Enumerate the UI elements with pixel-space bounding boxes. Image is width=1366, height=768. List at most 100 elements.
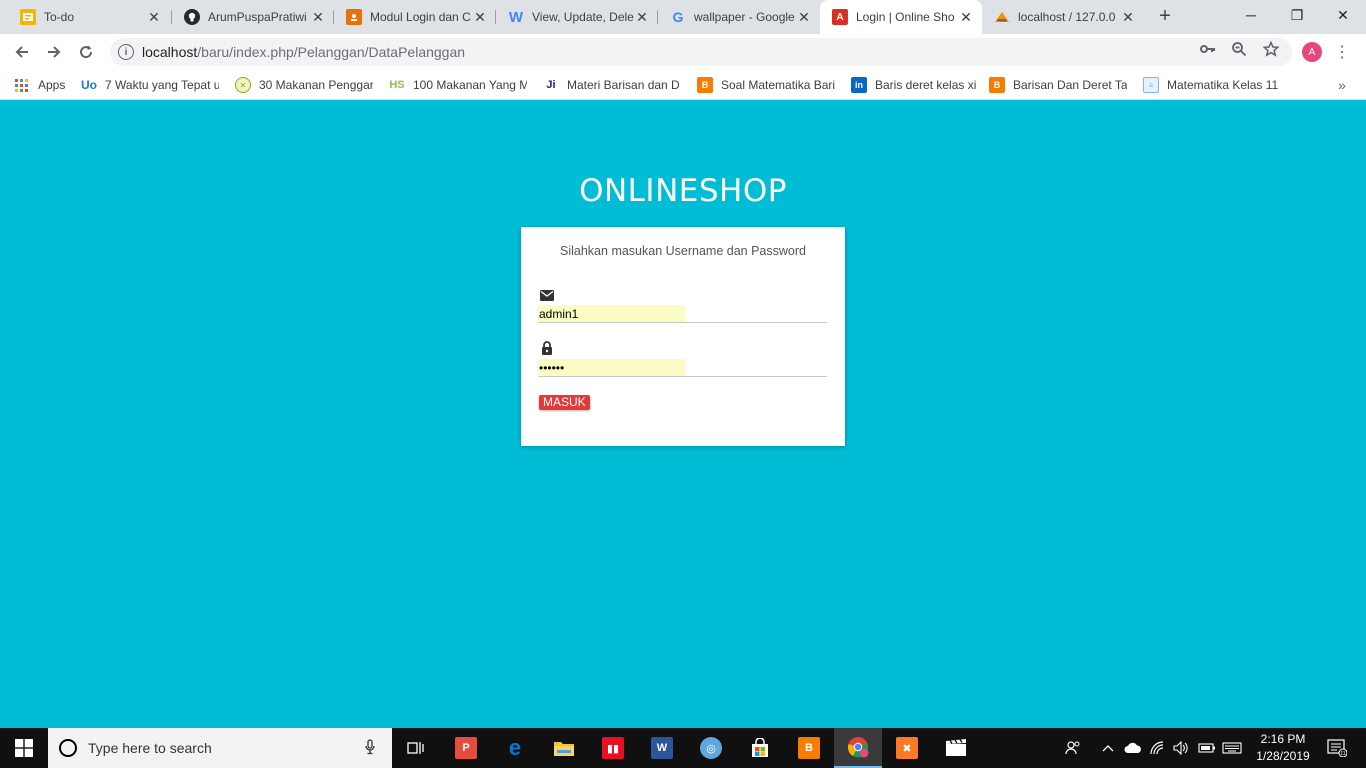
slides-icon (346, 9, 362, 25)
forward-button[interactable] (40, 38, 68, 66)
tab-wallpaper-google[interactable]: G wallpaper - Google ✕ (658, 0, 820, 34)
tab-title: ArumPuspaPratiwi (208, 10, 307, 24)
onedrive-icon[interactable] (1122, 728, 1144, 768)
chevron-up-icon[interactable] (1098, 728, 1118, 768)
tab-close-icon[interactable]: ✕ (958, 9, 974, 25)
notification-center-icon[interactable]: 11 (1322, 728, 1352, 768)
system-clock[interactable]: 2:16 PM 1/28/2019 (1244, 731, 1322, 765)
food-icon: ✕ (235, 77, 251, 93)
bookmark-label: Baris deret kelas xi (875, 78, 977, 92)
bookmark-apps[interactable]: Apps (15, 75, 75, 95)
tab-title: Login | Online Sho (856, 10, 955, 24)
password-input[interactable] (538, 359, 685, 376)
more-menu-icon[interactable]: ⋮ (1334, 40, 1350, 64)
tab-close-icon[interactable]: ✕ (310, 9, 326, 25)
volume-icon[interactable] (1170, 728, 1192, 768)
bookmarks-more-icon[interactable]: » (1334, 75, 1350, 95)
taskbar-search[interactable]: Type here to search (48, 728, 392, 768)
bookmark-label: Apps (38, 78, 66, 92)
bookmark-item[interactable]: B Barisan Dan Deret Tak (989, 75, 1127, 95)
word-icon[interactable]: W (638, 728, 686, 768)
store-icon[interactable] (736, 728, 784, 768)
bookmark-item[interactable]: ✕ 30 Makanan Penggar (235, 75, 373, 95)
linkedin-icon: in (851, 77, 867, 93)
edge-icon[interactable]: e (491, 728, 539, 768)
task-view-icon[interactable] (392, 728, 440, 768)
bookmark-star-icon[interactable] (1262, 40, 1280, 58)
bookmark-item[interactable]: in Baris deret kelas xi (851, 75, 979, 95)
wifi-icon[interactable] (1148, 728, 1168, 768)
email-icon (539, 287, 555, 303)
bookmark-item[interactable]: HS 100 Makanan Yang M (389, 75, 527, 95)
bookmark-label: 30 Makanan Penggar (259, 78, 373, 92)
minimize-button[interactable]: ─ (1228, 0, 1274, 30)
bookmarks-bar: Apps Uo 7 Waktu yang Tepat u ✕ 30 Makana… (0, 70, 1366, 100)
username-input[interactable] (538, 305, 685, 322)
zoom-icon[interactable] (1230, 40, 1248, 58)
tab-close-icon[interactable]: ✕ (146, 9, 162, 25)
tab-close-icon[interactable]: ✕ (796, 9, 812, 25)
battery-icon[interactable] (1196, 728, 1218, 768)
tab-github[interactable]: ArumPuspaPratiwi ✕ (172, 0, 334, 34)
key-icon[interactable] (1199, 40, 1217, 58)
github-icon (184, 9, 200, 25)
url-path: /baru/index.php/Pelanggan/DataPelanggan (197, 44, 466, 60)
bookmark-label: 7 Waktu yang Tepat u (105, 78, 219, 92)
tab-close-icon[interactable]: ✕ (472, 9, 488, 25)
phpmyadmin-icon: PMA (994, 9, 1010, 25)
tab-modul-login[interactable]: Modul Login dan C ✕ (334, 0, 496, 34)
apps-grid-icon (15, 78, 28, 92)
bookmark-label: Soal Matematika Bari (721, 78, 835, 92)
login-page: ONLINESHOP Silahkan masukan Username dan… (0, 101, 1366, 728)
login-submit-button[interactable]: MASUK (539, 395, 590, 410)
people-icon[interactable] (1062, 728, 1084, 768)
tab-close-icon[interactable]: ✕ (634, 9, 650, 25)
file-explorer-icon[interactable] (540, 728, 588, 768)
start-button[interactable] (0, 728, 48, 768)
tab-login-online-shop[interactable]: A Login | Online Sho ✕ (820, 0, 982, 34)
close-window-button[interactable]: ✕ (1320, 0, 1366, 30)
tab-todo[interactable]: To-do ✕ (8, 0, 170, 34)
bookmark-item[interactable]: B Soal Matematika Bari (697, 75, 835, 95)
search-placeholder: Type here to search (88, 740, 212, 756)
windows-logo-icon (15, 739, 33, 757)
globe-app-icon[interactable]: ◎ (687, 728, 735, 768)
todo-icon (20, 9, 36, 25)
profile-avatar[interactable]: A (1302, 42, 1322, 62)
chrome-icon[interactable] (834, 728, 882, 768)
address-bar[interactable]: i localhost/baru/index.php/Pelanggan/Dat… (110, 38, 1292, 66)
hs-icon: HS (389, 79, 405, 91)
login-instructions: Silahkan masukan Username dan Password (560, 244, 806, 258)
back-button[interactable] (8, 38, 36, 66)
clock-date: 1/28/2019 (1256, 749, 1310, 763)
reader-icon[interactable]: ▮▮ (589, 728, 637, 768)
microphone-icon[interactable] (360, 738, 380, 758)
blogger-app-icon[interactable]: B (785, 728, 833, 768)
tab-phpmyadmin[interactable]: PMA localhost / 127.0.0 ✕ (982, 0, 1144, 34)
reload-icon (80, 45, 93, 59)
arrow-left-icon (15, 46, 28, 58)
bookmark-item[interactable]: Ji Materi Barisan dan D (543, 75, 681, 95)
url-host: localhost (142, 44, 198, 60)
bookmark-item[interactable]: Uo 7 Waktu yang Tepat u (81, 75, 219, 95)
google-icon: G (672, 9, 684, 25)
reload-button[interactable] (72, 38, 100, 66)
arrow-right-icon (48, 46, 61, 58)
xampp-icon[interactable]: ✖ (883, 728, 931, 768)
info-icon[interactable]: i (118, 44, 134, 60)
tab-title: wallpaper - Google (694, 10, 795, 24)
lock-icon (539, 340, 555, 356)
word-w-icon: W (508, 8, 524, 26)
doc-icon: ≡ (1143, 77, 1159, 93)
new-tab-button[interactable]: + (1154, 5, 1176, 27)
tab-close-icon[interactable]: ✕ (1120, 9, 1136, 25)
paint-icon[interactable]: P (442, 728, 490, 768)
bookmark-item[interactable]: ≡ Matematika Kelas 11 (1143, 75, 1281, 95)
tab-strip: To-do ✕ ArumPuspaPratiwi ✕ Modul Login d… (0, 0, 1366, 34)
clock-time: 2:16 PM (1260, 732, 1306, 746)
tab-view-update[interactable]: W View, Update, Dele ✕ (496, 0, 658, 34)
video-editor-icon[interactable] (932, 728, 980, 768)
restore-button[interactable]: ❐ (1274, 0, 1320, 30)
tab-title: Modul Login dan C (370, 10, 471, 24)
keyboard-icon[interactable] (1220, 728, 1244, 768)
